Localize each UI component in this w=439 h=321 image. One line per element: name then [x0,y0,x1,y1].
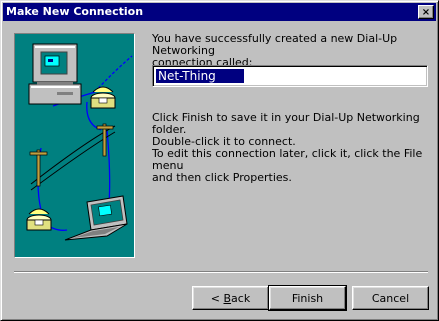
back-button-rest: ack [231,291,251,305]
cancel-button[interactable]: Cancel [352,286,429,310]
window-title: Make New Connection [6,5,144,18]
title-bar[interactable]: Make New Connection × [3,3,436,21]
laptop-icon [64,195,128,241]
close-button[interactable]: × [418,5,434,19]
finish-instructions: Click Finish to save it in your Dial-Up … [152,111,420,148]
back-button[interactable]: < Back [192,286,269,310]
make-new-connection-dialog: Make New Connection × You have successfu… [0,0,439,321]
connection-illustration [14,33,135,258]
illustration-graphic [26,43,133,241]
back-button-prefix: < [210,291,224,305]
button-separator [14,271,428,273]
telephone-bottom-icon [26,208,52,231]
back-button-accelerator: B [223,291,232,305]
edit-instructions: To edit this connection later, click it,… [152,147,423,184]
telephone-icon [90,86,116,109]
finish-button[interactable]: Finish [268,285,347,311]
connection-name-text[interactable]: Net-Thing [156,69,244,83]
telephone-pole-icon [96,123,114,157]
desktop-computer-icon [28,43,82,105]
success-message: You have successfully created a new Dial… [152,32,398,69]
connection-name-field[interactable]: Net-Thing [152,65,428,87]
